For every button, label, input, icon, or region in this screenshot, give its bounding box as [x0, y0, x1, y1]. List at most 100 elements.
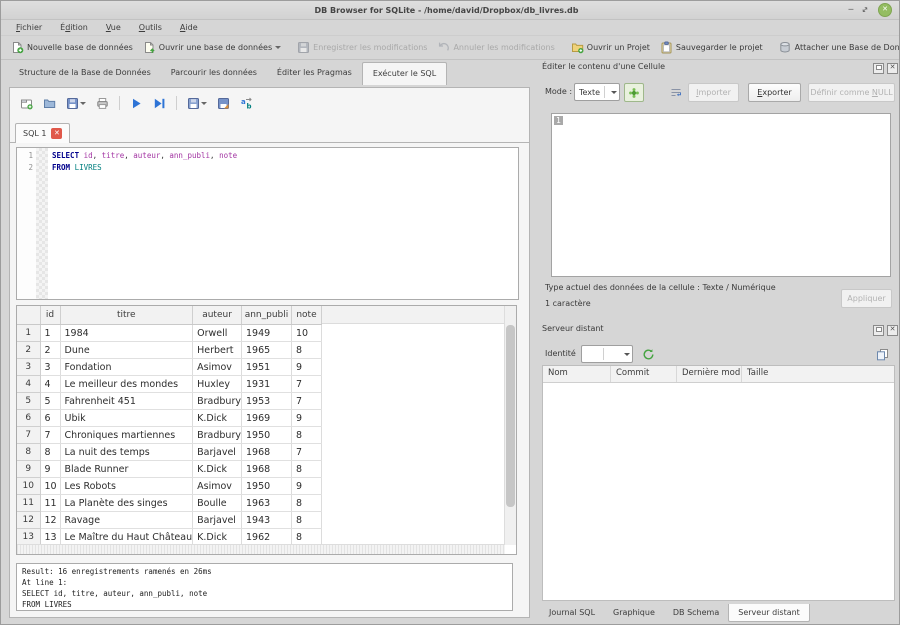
execution-log[interactable]: Result: 16 enregistrements ramenés en 26… — [16, 563, 513, 611]
sql-code-area[interactable]: SELECT id, titre, auteur, ann_publi, not… — [48, 148, 518, 299]
cell-content-editor[interactable]: 1 — [551, 113, 891, 277]
table-cell[interactable]: Bradbury — [193, 393, 242, 410]
table-cell[interactable]: 8 — [291, 342, 321, 359]
table-cell[interactable]: 8 — [291, 427, 321, 444]
find-replace-button[interactable]: ab — [238, 95, 255, 112]
row-header[interactable]: 3 — [17, 359, 40, 376]
table-cell[interactable]: 3 — [40, 359, 60, 376]
table-cell[interactable]: Dune — [60, 342, 193, 359]
table-cell[interactable]: 7 — [291, 376, 321, 393]
clone-database-button[interactable] — [872, 345, 893, 364]
remote-column-header-taille[interactable]: Taille — [742, 366, 894, 382]
table-cell[interactable]: 4 — [40, 376, 60, 393]
dock-close-icon[interactable] — [887, 63, 898, 74]
table-cell[interactable]: La nuit des temps — [60, 444, 193, 461]
row-header[interactable]: 8 — [17, 444, 40, 461]
word-wrap-button[interactable] — [667, 83, 685, 102]
column-header-auteur[interactable]: auteur — [193, 306, 242, 325]
table-cell[interactable]: 8 — [40, 444, 60, 461]
table-cell[interactable]: 8 — [291, 495, 321, 512]
table-cell[interactable]: 1951 — [241, 359, 291, 376]
table-cell[interactable]: 1969 — [241, 410, 291, 427]
table-cell[interactable]: 1984 — [60, 325, 193, 342]
table-cell[interactable]: 12 — [40, 512, 60, 529]
table-cell[interactable]: K.Dick — [193, 529, 242, 546]
dock-close-icon[interactable] — [887, 325, 898, 336]
table-cell[interactable]: Herbert — [193, 342, 242, 359]
table-cell[interactable]: 1950 — [241, 478, 291, 495]
table-cell[interactable]: 1963 — [241, 495, 291, 512]
dock-float-icon[interactable] — [873, 325, 884, 336]
table-cell[interactable]: 10 — [40, 478, 60, 495]
bottom-tab-0[interactable]: Journal SQL — [540, 604, 604, 621]
dock-float-icon[interactable] — [873, 63, 884, 74]
row-header[interactable]: 7 — [17, 427, 40, 444]
table-cell[interactable]: Asimov — [193, 359, 242, 376]
table-cell[interactable]: Le Maître du Haut Château — [60, 529, 193, 546]
save-results-dropdown-icon[interactable] — [201, 102, 207, 108]
table-cell[interactable]: Les Robots — [60, 478, 193, 495]
table-cell[interactable]: Fahrenheit 451 — [60, 393, 193, 410]
remote-column-header-dernière-modific[interactable]: Dernière modific — [677, 366, 742, 382]
table-cell[interactable]: 1950 — [241, 427, 291, 444]
table-cell[interactable]: 5 — [40, 393, 60, 410]
table-cell[interactable]: 7 — [291, 393, 321, 410]
close-button[interactable]: ✕ — [878, 3, 892, 17]
save-results-button[interactable] — [185, 95, 209, 112]
main-tab-1[interactable]: Parcourir les données — [161, 62, 267, 84]
minimize-button[interactable]: ─ — [848, 6, 853, 14]
save-sql-file-button[interactable] — [64, 95, 88, 112]
main-tab-2[interactable]: Éditer les Pragmas — [267, 62, 362, 84]
column-header-ann_publi[interactable]: ann_publi — [241, 306, 291, 325]
sql-tab-close-button[interactable]: ✕ — [51, 128, 62, 139]
refresh-identities-button[interactable] — [638, 345, 659, 364]
table-cell[interactable]: 11 — [40, 495, 60, 512]
row-header[interactable]: 11 — [17, 495, 40, 512]
open-sql-tab-button[interactable] — [18, 95, 35, 112]
column-header-id[interactable]: id — [40, 306, 60, 325]
row-header[interactable]: 9 — [17, 461, 40, 478]
code-line[interactable]: FROM LIVRES — [52, 162, 518, 174]
table-cell[interactable]: 9 — [40, 461, 60, 478]
table-cell[interactable]: Ubik — [60, 410, 193, 427]
table-cell[interactable]: Bradbury — [193, 427, 242, 444]
table-cell[interactable]: 8 — [291, 461, 321, 478]
scrollbar-thumb[interactable] — [506, 325, 515, 507]
table-cell[interactable]: Ravage — [60, 512, 193, 529]
sql-editor[interactable]: 12 SELECT id, titre, auteur, ann_publi, … — [16, 147, 519, 300]
table-cell[interactable]: 7 — [40, 427, 60, 444]
code-line[interactable]: SELECT id, titre, auteur, ann_publi, not… — [52, 150, 518, 162]
remote-column-header-nom[interactable]: Nom — [543, 366, 611, 382]
table-cell[interactable]: K.Dick — [193, 410, 242, 427]
menu-item-fichier[interactable]: Fichier — [9, 22, 49, 33]
table-cell[interactable]: 9 — [291, 478, 321, 495]
table-cell[interactable]: 1965 — [241, 342, 291, 359]
table-cell[interactable]: Asimov — [193, 478, 242, 495]
row-header[interactable]: 6 — [17, 410, 40, 427]
print-button[interactable] — [94, 95, 111, 112]
open-sql-file-button[interactable] — [41, 95, 58, 112]
main-tab-3[interactable]: Exécuter le SQL — [362, 62, 447, 85]
identity-select[interactable] — [581, 345, 633, 363]
bottom-tab-2[interactable]: DB Schema — [664, 604, 728, 621]
row-header[interactable]: 2 — [17, 342, 40, 359]
table-cell[interactable]: 10 — [291, 325, 321, 342]
table-cell[interactable]: 1968 — [241, 461, 291, 478]
row-header[interactable]: 13 — [17, 529, 40, 546]
table-cell[interactable]: La Planète des singes — [60, 495, 193, 512]
horizontal-scrollbar[interactable] — [17, 544, 505, 554]
table-cell[interactable]: 6 — [40, 410, 60, 427]
open-database-button[interactable]: Ouvrir une base de données — [138, 38, 286, 57]
row-header[interactable]: 4 — [17, 376, 40, 393]
vertical-scrollbar[interactable] — [504, 306, 516, 545]
attach-database-button[interactable]: Attacher une Base de Données — [774, 38, 900, 57]
table-cell[interactable]: Barjavel — [193, 512, 242, 529]
table-cell[interactable]: 13 — [40, 529, 60, 546]
table-cell[interactable]: Le meilleur des mondes — [60, 376, 193, 393]
menu-item-vue[interactable]: Vue — [99, 22, 128, 33]
table-cell[interactable]: 1943 — [241, 512, 291, 529]
table-cell[interactable]: 9 — [291, 410, 321, 427]
column-header-titre[interactable]: titre — [60, 306, 193, 325]
sql-tab[interactable]: SQL 1 ✕ — [15, 123, 70, 143]
table-cell[interactable]: 8 — [291, 529, 321, 546]
